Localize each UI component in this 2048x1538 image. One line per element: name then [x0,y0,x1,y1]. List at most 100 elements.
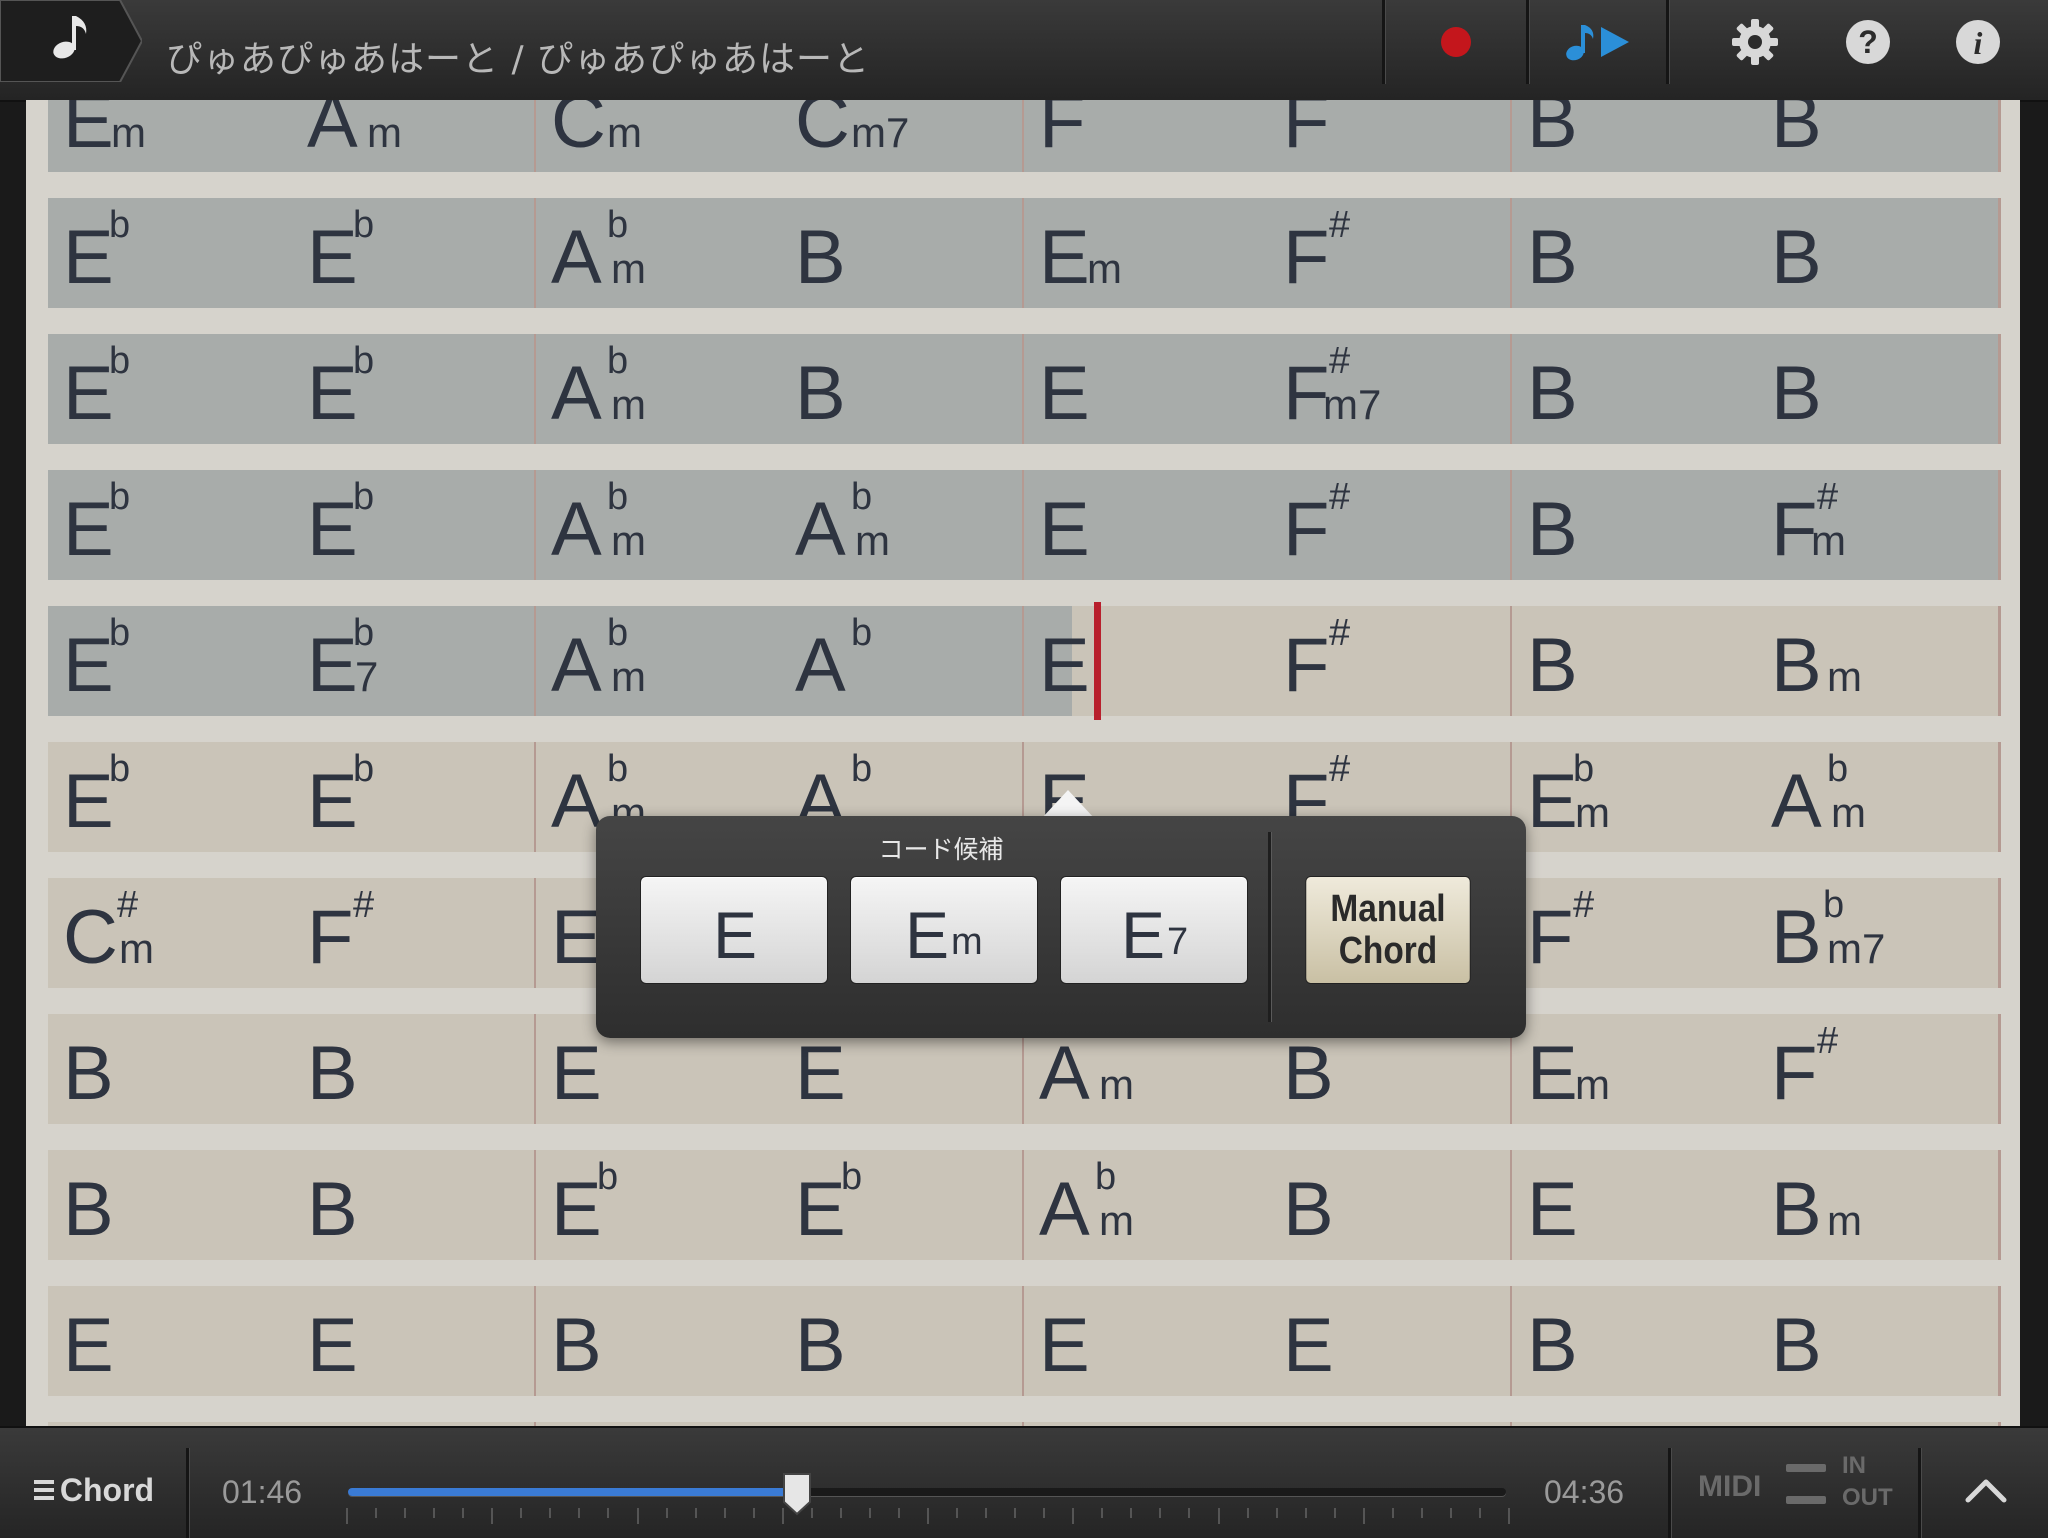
seek-tick [868,1508,871,1518]
song-list-button[interactable] [0,0,142,82]
seek-tick [723,1508,726,1518]
expand-button[interactable] [1924,1444,2048,1536]
bar-line [1998,198,2001,308]
chord-quality: m [1087,245,1122,292]
chord-root: A [551,215,602,300]
candidate-quality: 7 [1167,921,1189,963]
seek-tick [491,1508,494,1524]
candidate-button-e[interactable]: E [640,876,828,984]
seek-tick [752,1508,755,1518]
chord-accidental: b [597,1156,619,1198]
chord-root: E [551,1031,602,1116]
seek-tick [1043,1508,1046,1518]
chord-root: B [1527,1303,1578,1388]
chord-accidental: # [1329,340,1351,382]
chord-quality: m [1575,1061,1610,1108]
chord-root: B [1771,351,1822,436]
measure[interactable] [1512,334,1998,444]
chord-root: E [1039,1303,1090,1388]
bar-line [1998,470,2001,580]
seek-tick [1449,1508,1452,1518]
chord-root: B [1527,351,1578,436]
chord-row: Eb Eb Ab m B Em F # B B [48,198,2003,308]
chord-root: B [1771,100,1822,164]
manual-chord-button[interactable]: Manual Chord [1305,876,1471,984]
chord-root: B [1283,1031,1334,1116]
chord-root: B [795,351,846,436]
measure[interactable] [1512,470,1998,580]
seek-track[interactable] [348,1488,1506,1496]
total-time: 04:36 [1544,1474,1625,1510]
chord-menu-button[interactable]: Chord [0,1444,188,1536]
seek-tick [520,1508,523,1518]
chord-root: B [1527,487,1578,572]
measure[interactable] [1024,470,1510,580]
candidate-button-em[interactable]: E m [850,876,1038,984]
measure[interactable] [1024,334,1510,444]
chord-root: B [551,1303,602,1388]
chord-root: F [1039,100,1086,164]
chord-quality: m7 [1323,381,1382,428]
measure[interactable] [1512,1150,1998,1260]
seek-progress [348,1488,798,1496]
chord-root: E [551,895,602,980]
info-button[interactable]: i [1930,0,2026,84]
chord-root: B [1527,215,1578,300]
chord-accidental: # [1329,204,1351,246]
measure[interactable] [536,1286,1022,1396]
chord-root: E [63,1303,114,1388]
chord-accidental: b [109,340,131,382]
info-icon: i [1956,20,2000,64]
measure[interactable] [1512,1286,1998,1396]
chord-accidental: b [851,476,873,518]
chord-root: B [1283,1167,1334,1252]
midi-in-indicator [1786,1464,1826,1472]
chord-root: B [1771,623,1822,708]
chord-accidental: # [353,884,375,926]
measure[interactable] [1512,606,1998,716]
settings-button[interactable] [1690,0,1820,84]
record-button[interactable] [1386,0,1526,84]
chord-root: B [1771,1167,1822,1252]
seek-tick [1159,1508,1162,1518]
chord-accidental: b [109,476,131,518]
measure[interactable] [48,1150,534,1260]
help-button[interactable]: ? [1820,0,1916,84]
chord-quality: m [1099,1061,1134,1108]
chord-root: B [1771,895,1822,980]
chord-quality: m7 [851,109,910,156]
measure[interactable] [48,1014,534,1124]
chord-accidental: # [1329,748,1351,790]
chord-root: E [795,1031,846,1116]
chord-sheet[interactable]: Em Am Cm Cm7 F F B B Eb Eb Ab m B Em F # B B Eb Eb Ab m B E F # m7… [26,100,2020,1426]
bottom-separator [1668,1448,1672,1538]
chord-accidental: b [353,204,375,246]
bar-line [1998,1286,2001,1396]
chord-accidental: # [1329,476,1351,518]
measure[interactable] [1024,1286,1510,1396]
chord-root: C [63,895,118,980]
seek-tick [1391,1508,1394,1518]
seek-tick [897,1508,900,1518]
seek-tick [1188,1508,1191,1518]
seek-tick [1333,1508,1336,1518]
chord-accidental: b [607,748,629,790]
chord-quality: 7 [355,653,379,700]
bar-line [1998,100,2001,172]
chord-root: B [1771,215,1822,300]
chord-accidental: b [109,748,131,790]
measure[interactable] [1512,100,1998,172]
chord-quality: m [111,109,146,156]
chord-row: EEBBEEBB [48,1286,2003,1396]
chord-accidental: b [109,612,131,654]
bottom-separator [1918,1448,1922,1538]
measure[interactable] [1512,198,1998,308]
measure[interactable] [1024,100,1510,172]
measure[interactable] [48,1286,534,1396]
play-along-button[interactable] [1530,0,1666,84]
candidate-button-e7[interactable]: E 7 [1060,876,1248,984]
seek-thumb[interactable] [782,1472,812,1516]
chord-root: A [795,487,846,572]
top-bar: ぴゅあぴゅあはーと / ぴゅあぴゅあはーと ? i [0,0,2048,102]
chord-root: E [307,759,358,844]
